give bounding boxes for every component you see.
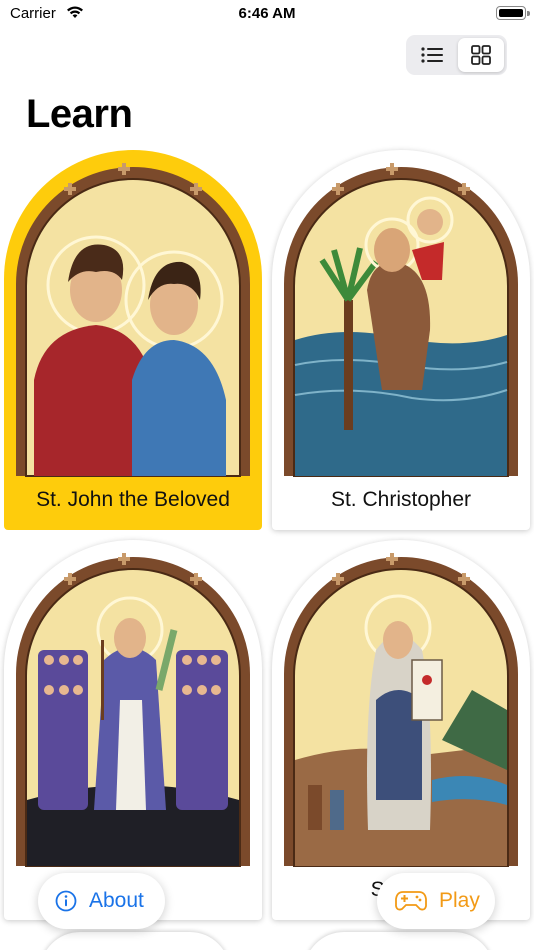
saint-john-illustration xyxy=(16,163,250,477)
card-peek-left xyxy=(40,932,230,950)
saint-christopher-illustration xyxy=(284,163,518,477)
saint-card-christopher[interactable]: St. Christopher xyxy=(272,150,530,530)
status-time: 6:46 AM xyxy=(238,5,296,22)
about-label: About xyxy=(89,889,144,912)
info-icon xyxy=(55,890,77,912)
saint-card-john[interactable]: St. John the Beloved xyxy=(4,150,262,530)
status-bar: Carrier 6:46 AM xyxy=(0,0,534,28)
grid-view-button[interactable] xyxy=(458,38,504,72)
list-icon xyxy=(421,47,443,63)
saint-4-illustration xyxy=(284,553,518,867)
page-title: Learn xyxy=(26,92,133,136)
card-peek-right xyxy=(304,932,494,950)
battery-icon xyxy=(496,6,530,20)
gamepad-icon xyxy=(395,891,427,911)
card-title: St. John the Beloved xyxy=(36,488,230,511)
list-view-button[interactable] xyxy=(409,38,455,72)
play-label: Play xyxy=(439,889,480,912)
saint-3-illustration xyxy=(16,553,250,867)
learn-screen: Carrier 6:46 AM Learn St. John the Belov… xyxy=(0,0,534,950)
about-button[interactable]: About xyxy=(38,873,165,929)
grid-icon xyxy=(471,45,491,65)
card-title: St. Christopher xyxy=(330,488,472,511)
view-mode-toggle xyxy=(406,35,507,75)
play-button[interactable]: Play xyxy=(377,873,495,929)
